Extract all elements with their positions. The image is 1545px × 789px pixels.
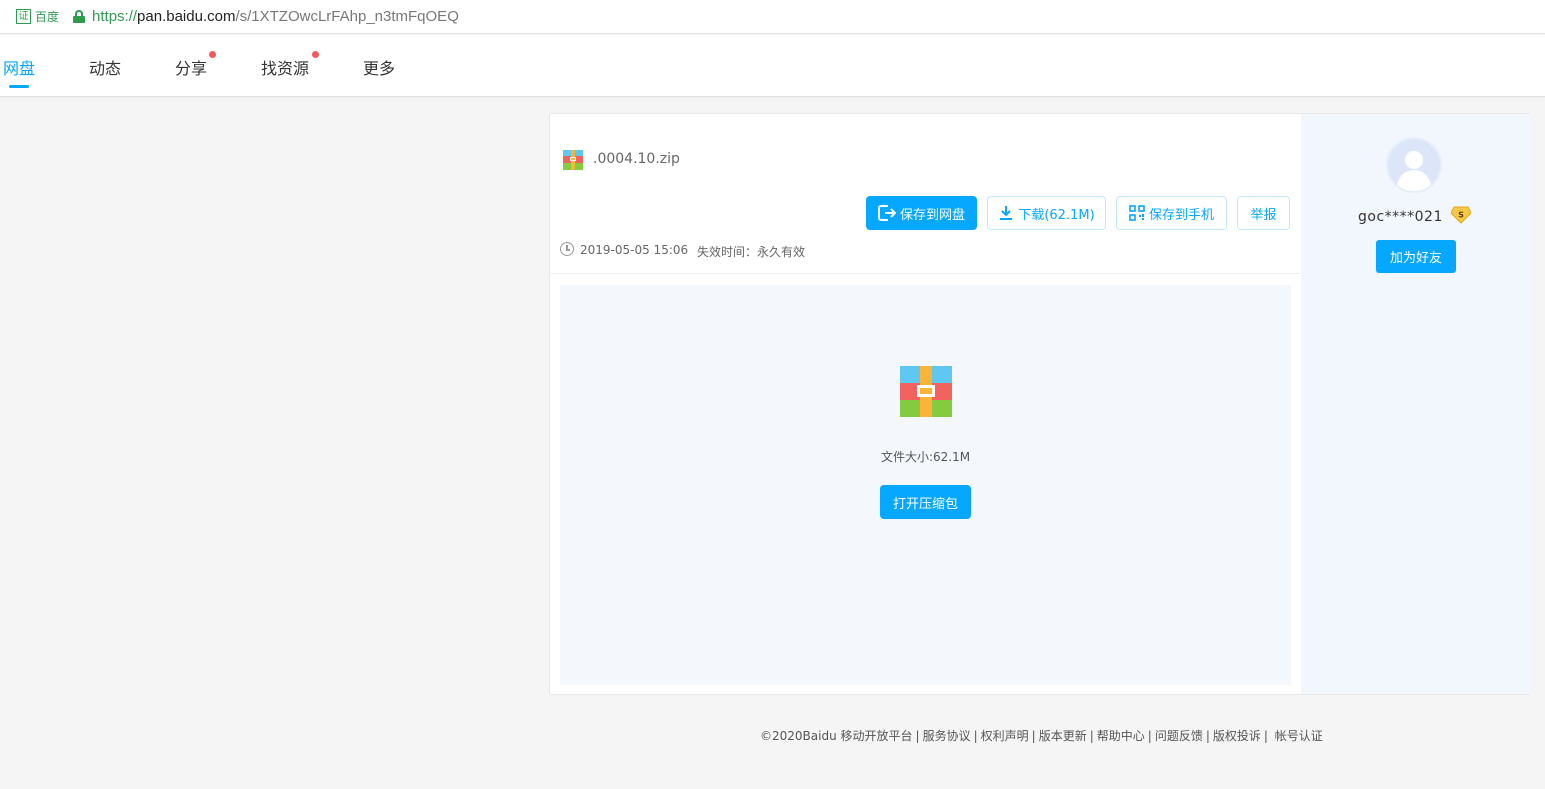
footer-copyright: ©2020Baidu [760, 729, 837, 743]
file-name: .0004.10.zip [593, 151, 680, 167]
download-icon [1000, 206, 1013, 220]
nav-item-netdisk[interactable]: 网盘 [3, 55, 35, 79]
share-card: .0004.10.zip 保存到网盘 下载(62.1M) 保存到手机 举报 20… [549, 113, 1531, 695]
download-button[interactable]: 下载(62.1M) [987, 196, 1106, 230]
footer-link-open-platform[interactable]: 移动开放平台 [841, 729, 913, 743]
save-to-phone-label: 保存到手机 [1148, 207, 1214, 223]
expire-time: 失效时间：永久有效 [697, 245, 806, 259]
footer-link-service-agreement[interactable]: 服务协议 [923, 729, 971, 743]
certificate-label[interactable]: 百度 [35, 8, 59, 25]
download-label: 下载(62.1M) [1018, 207, 1095, 223]
share-badge-dot [209, 51, 216, 58]
save-to-disk-label: 保存到网盘 [899, 207, 965, 223]
divider [550, 273, 1301, 274]
report-label: 举报 [1250, 207, 1277, 223]
svg-text:S: S [1458, 211, 1464, 220]
url-host[interactable]: pan.baidu.com [137, 8, 235, 25]
clock-icon [560, 242, 574, 256]
share-time: 2019-05-05 15:06 [580, 243, 689, 257]
url-path[interactable]: /s/1XTZOwcLrFAhp_n3tmFqOEQ [235, 8, 458, 25]
vip-badge-icon: S [1451, 206, 1471, 224]
address-bar[interactable]: 证 百度 https:// pan.baidu.com /s/1XTZOwcLr… [0, 0, 1545, 34]
zip-file-icon [900, 366, 952, 417]
nav-active-indicator [9, 85, 29, 88]
footer-link-rights[interactable]: 权利声明 [981, 729, 1029, 743]
footer-link-account-verify[interactable]: 帐号认证 [1275, 729, 1323, 743]
footer-link-help[interactable]: 帮助中心 [1097, 729, 1145, 743]
zip-file-icon [563, 150, 583, 170]
url-scheme[interactable]: https:// [92, 8, 137, 25]
footer-link-updates[interactable]: 版本更新 [1039, 729, 1087, 743]
nav-item-activity[interactable]: 动态 [89, 55, 121, 79]
save-to-disk-button[interactable]: 保存到网盘 [866, 196, 977, 230]
footer-link-feedback[interactable]: 问题反馈 [1155, 729, 1203, 743]
footer-link-copyright-complaint[interactable]: 版权投诉 [1213, 729, 1261, 743]
open-archive-button[interactable]: 打开压缩包 [880, 485, 971, 519]
save-to-disk-icon [877, 205, 896, 221]
save-to-phone-button[interactable]: 保存到手机 [1116, 196, 1227, 230]
nav-item-share[interactable]: 分享 [175, 55, 207, 79]
lock-icon[interactable] [73, 10, 86, 23]
sharer-username[interactable]: goc****021 [1358, 209, 1443, 225]
certificate-icon[interactable]: 证 [16, 9, 31, 24]
footer: ©2020Baidu 移动开放平台 | 服务协议 | 权利声明 | 版本更新 | 帮助中心 | 问题… [760, 729, 1323, 743]
report-button[interactable]: 举报 [1237, 196, 1290, 230]
nav-item-find-resources[interactable]: 找资源 [261, 55, 309, 79]
avatar-icon[interactable] [1386, 137, 1442, 193]
file-preview-panel: 文件大小:62.1M 打开压缩包 [560, 285, 1291, 685]
add-friend-button[interactable]: 加为好友 [1376, 240, 1456, 273]
nav-item-more[interactable]: 更多 [363, 55, 395, 79]
file-size: 文件大小:62.1M [880, 450, 971, 464]
top-nav: 网盘 动态 分享 找资源 更多 [0, 35, 1545, 97]
find-resources-badge-dot [312, 51, 319, 58]
sharer-sidebar: goc****021 S 加为好友 [1301, 114, 1531, 694]
qrcode-icon [1129, 205, 1145, 221]
